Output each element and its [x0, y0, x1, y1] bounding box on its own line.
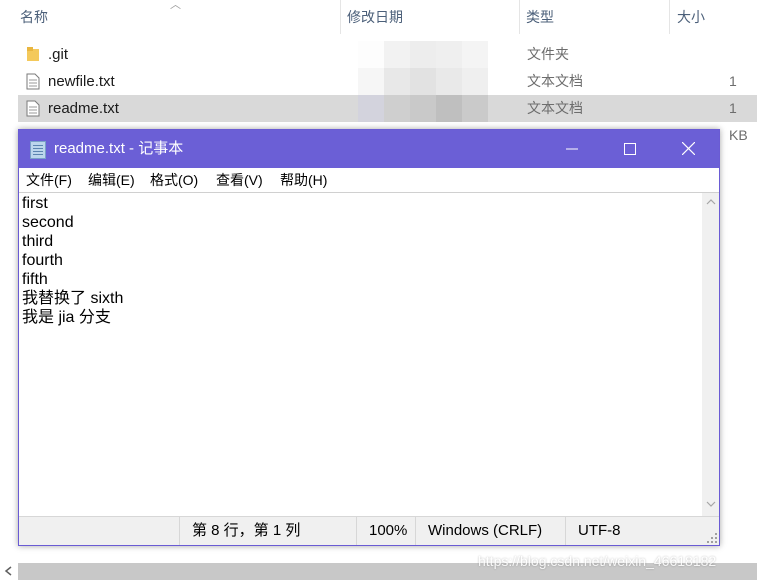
window-title: readme.txt - 记事本	[54, 140, 184, 157]
status-bar: 第 8 行，第 1 列 100% Windows (CRLF) UTF-8	[19, 516, 719, 545]
menu-edit[interactable]: 编辑(E)	[88, 168, 135, 192]
column-header-size[interactable]: 大小	[671, 0, 705, 34]
file-row-git[interactable]: .git 文件夹	[18, 41, 757, 68]
minimize-button[interactable]	[543, 130, 601, 168]
notepad-window: readme.txt - 记事本 文件(F) 编辑(E) 格式(O) 查看(V)…	[18, 129, 720, 546]
file-type: 文件夹	[527, 46, 569, 62]
redacted-date	[358, 95, 488, 122]
text-file-icon	[26, 100, 40, 117]
redacted-date	[358, 68, 488, 95]
file-name: .git	[48, 46, 69, 63]
scroll-down-icon[interactable]	[702, 497, 719, 514]
text-line: first	[22, 195, 48, 212]
text-file-icon	[26, 73, 40, 90]
file-type: 文本文档	[527, 73, 583, 89]
close-icon	[681, 141, 695, 156]
status-zoom: 100%	[356, 517, 415, 545]
status-line-ending: Windows (CRLF)	[415, 517, 565, 545]
minimize-icon	[566, 148, 578, 150]
title-bar[interactable]: readme.txt - 记事本	[19, 130, 719, 168]
text-line: 我是 jia 分支	[22, 309, 111, 326]
status-cursor-position: 第 8 行，第 1 列	[179, 517, 356, 545]
resize-grip-icon[interactable]	[707, 533, 717, 543]
file-size: 1 KB	[729, 100, 748, 143]
column-header-modified[interactable]: 修改日期	[341, 0, 403, 34]
editor-content[interactable]: first second third fourth fifth 我替换了 six…	[22, 194, 123, 327]
scroll-up-icon[interactable]	[702, 195, 719, 212]
sort-ascending-icon: ︿	[170, 0, 181, 11]
scroll-left-icon[interactable]	[0, 562, 18, 580]
column-header-name[interactable]: 名称	[14, 0, 48, 34]
menu-view[interactable]: 查看(V)	[216, 168, 263, 192]
file-name: readme.txt	[48, 100, 119, 117]
status-encoding: UTF-8	[565, 517, 719, 545]
menu-format[interactable]: 格式(O)	[150, 168, 198, 192]
file-row-newfile[interactable]: newfile.txt 文本文档 1 KB	[18, 68, 757, 116]
file-type: 文本文档	[527, 100, 583, 116]
text-editor[interactable]: first second third fourth fifth 我替换了 six…	[19, 192, 719, 516]
menu-help[interactable]: 帮助(H)	[280, 168, 327, 192]
redacted-date	[358, 41, 488, 68]
file-row-readme[interactable]: readme.txt 文本文档 1 KB	[18, 95, 757, 143]
vertical-scrollbar[interactable]	[702, 193, 719, 516]
text-line: fourth	[22, 252, 63, 269]
watermark-text: https://blog.csdn.net/weixin_46618182	[478, 553, 717, 569]
folder-icon	[27, 47, 39, 61]
column-divider[interactable]	[669, 0, 670, 34]
menu-bar: 文件(F) 编辑(E) 格式(O) 查看(V) 帮助(H)	[19, 168, 719, 192]
text-line: 我替换了 sixth	[22, 290, 124, 307]
notepad-icon	[30, 141, 46, 159]
text-line: third	[22, 233, 54, 250]
close-button[interactable]	[659, 130, 717, 168]
file-name: newfile.txt	[48, 73, 115, 90]
column-header-row: ︿ 名称 修改日期 类型 大小	[0, 0, 757, 34]
text-line: fifth	[22, 271, 48, 288]
maximize-icon	[624, 143, 636, 155]
column-header-type[interactable]: 类型	[520, 0, 554, 34]
maximize-button[interactable]	[601, 130, 659, 168]
text-line: second	[22, 214, 74, 231]
menu-file[interactable]: 文件(F)	[26, 168, 72, 192]
